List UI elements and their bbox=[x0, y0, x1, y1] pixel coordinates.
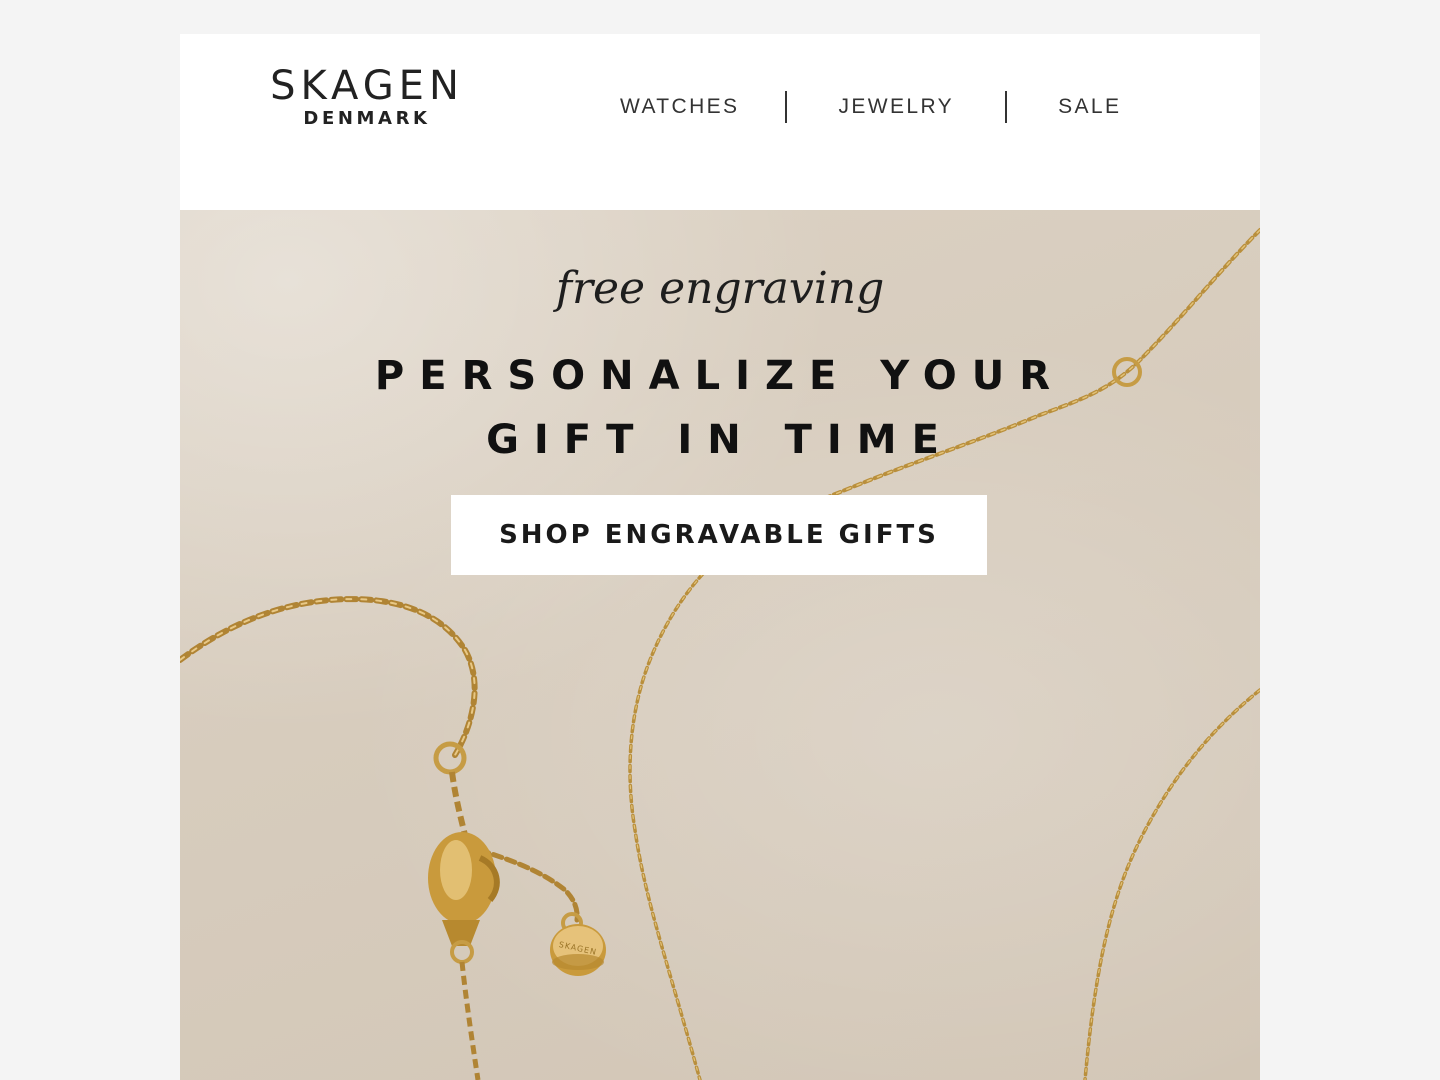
chain-strand bbox=[180, 596, 478, 758]
headline-line-2: GIFT IN TIME bbox=[486, 417, 954, 463]
hero-headline: PERSONALIZE YOUR GIFT IN TIME bbox=[180, 344, 1260, 472]
nav-link-jewelry[interactable]: JEWELRY bbox=[838, 90, 954, 124]
skagen-logo[interactable]: SKAGEN DENMARK bbox=[242, 64, 492, 130]
engraved-tag-disc: SKAGEN bbox=[550, 924, 606, 976]
logo-subtitle: DENMARK bbox=[303, 108, 431, 129]
nav-divider bbox=[1005, 91, 1008, 123]
hero-banner[interactable]: SKAGEN free engraving PERSONALIZE YOUR G… bbox=[180, 210, 1260, 1080]
lobster-clasp bbox=[428, 832, 500, 964]
nav-link-sale[interactable]: SALE bbox=[1058, 90, 1121, 124]
nav-link-watches[interactable]: WATCHES bbox=[620, 90, 739, 124]
gold-chain-image: SKAGEN bbox=[180, 228, 1260, 1080]
shop-engravable-gifts-button[interactable]: SHOP ENGRAVABLE GIFTS bbox=[451, 495, 987, 575]
email-container: SKAGEN DENMARK WATCHES JEWELRY SALE SKAG… bbox=[180, 34, 1260, 1080]
chain-ring bbox=[433, 741, 467, 775]
nav-divider bbox=[785, 91, 788, 123]
email-header: SKAGEN DENMARK WATCHES JEWELRY SALE bbox=[180, 34, 1260, 210]
chain-strand bbox=[1083, 688, 1260, 1080]
chain-strand bbox=[628, 538, 742, 1080]
hero-kicker: free engraving bbox=[555, 263, 885, 314]
logo-wordmark: SKAGEN bbox=[270, 63, 464, 109]
main-nav: WATCHES JEWELRY SALE bbox=[620, 90, 1121, 124]
headline-line-1: PERSONALIZE YOUR bbox=[374, 353, 1066, 399]
